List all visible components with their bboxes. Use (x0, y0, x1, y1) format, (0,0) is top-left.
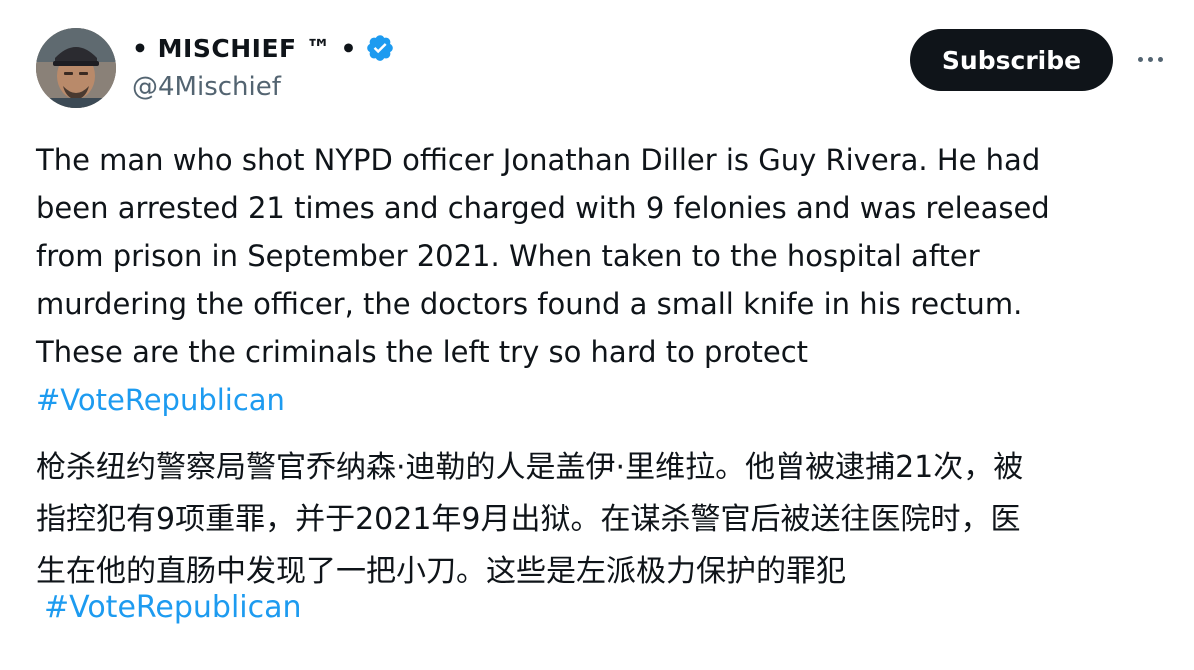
hashtag-link-zh[interactable]: #VoteRepublican (44, 582, 302, 634)
tweet-line: been arrested 21 times and charged with … (36, 191, 1050, 225)
display-name-link[interactable]: • MISCHIEF ™ • (132, 28, 395, 68)
tweet-line: These are the criminals the left try so … (36, 335, 809, 369)
tweet-header: • MISCHIEF ™ • @4Mischief Subscribe (0, 0, 1194, 120)
tweet-line: murdering the officer, the doctors found… (36, 287, 1023, 321)
more-dot (1157, 56, 1163, 62)
more-options-icon[interactable] (1128, 44, 1172, 74)
tweet-text-chinese: 枪杀纽约警察局警官乔纳森·迪勒的人是盖伊·里维拉。他曾被逮捕21次，被 指控犯有… (36, 442, 1166, 598)
more-dot (1137, 56, 1143, 62)
more-dot (1147, 56, 1153, 62)
author-info: • MISCHIEF ™ • @4Mischief (132, 28, 395, 102)
tweet-line-zh: 枪杀纽约警察局警官乔纳森·迪勒的人是盖伊·里维拉。他曾被逮捕21次，被 (36, 450, 1024, 485)
tweet-line-zh: 指控犯有9项重罪，并于2021年9月出狱。在谋杀警官后被送往医院时，医 (36, 502, 1021, 537)
subscribe-button[interactable]: Subscribe (910, 29, 1113, 91)
tweet-line: The man who shot NYPD officer Jonathan D… (36, 143, 1041, 177)
verified-badge-icon (365, 33, 395, 63)
hashtag-link[interactable]: #VoteRepublican (36, 383, 285, 417)
author-avatar[interactable] (36, 28, 116, 108)
avatar-photo-icon (36, 28, 116, 108)
tweet-text-english: The man who shot NYPD officer Jonathan D… (36, 136, 1166, 424)
display-name: • MISCHIEF ™ • (132, 33, 357, 63)
tweet-line: from prison in September 2021. When take… (36, 239, 980, 273)
author-handle[interactable]: @4Mischief (132, 72, 395, 102)
